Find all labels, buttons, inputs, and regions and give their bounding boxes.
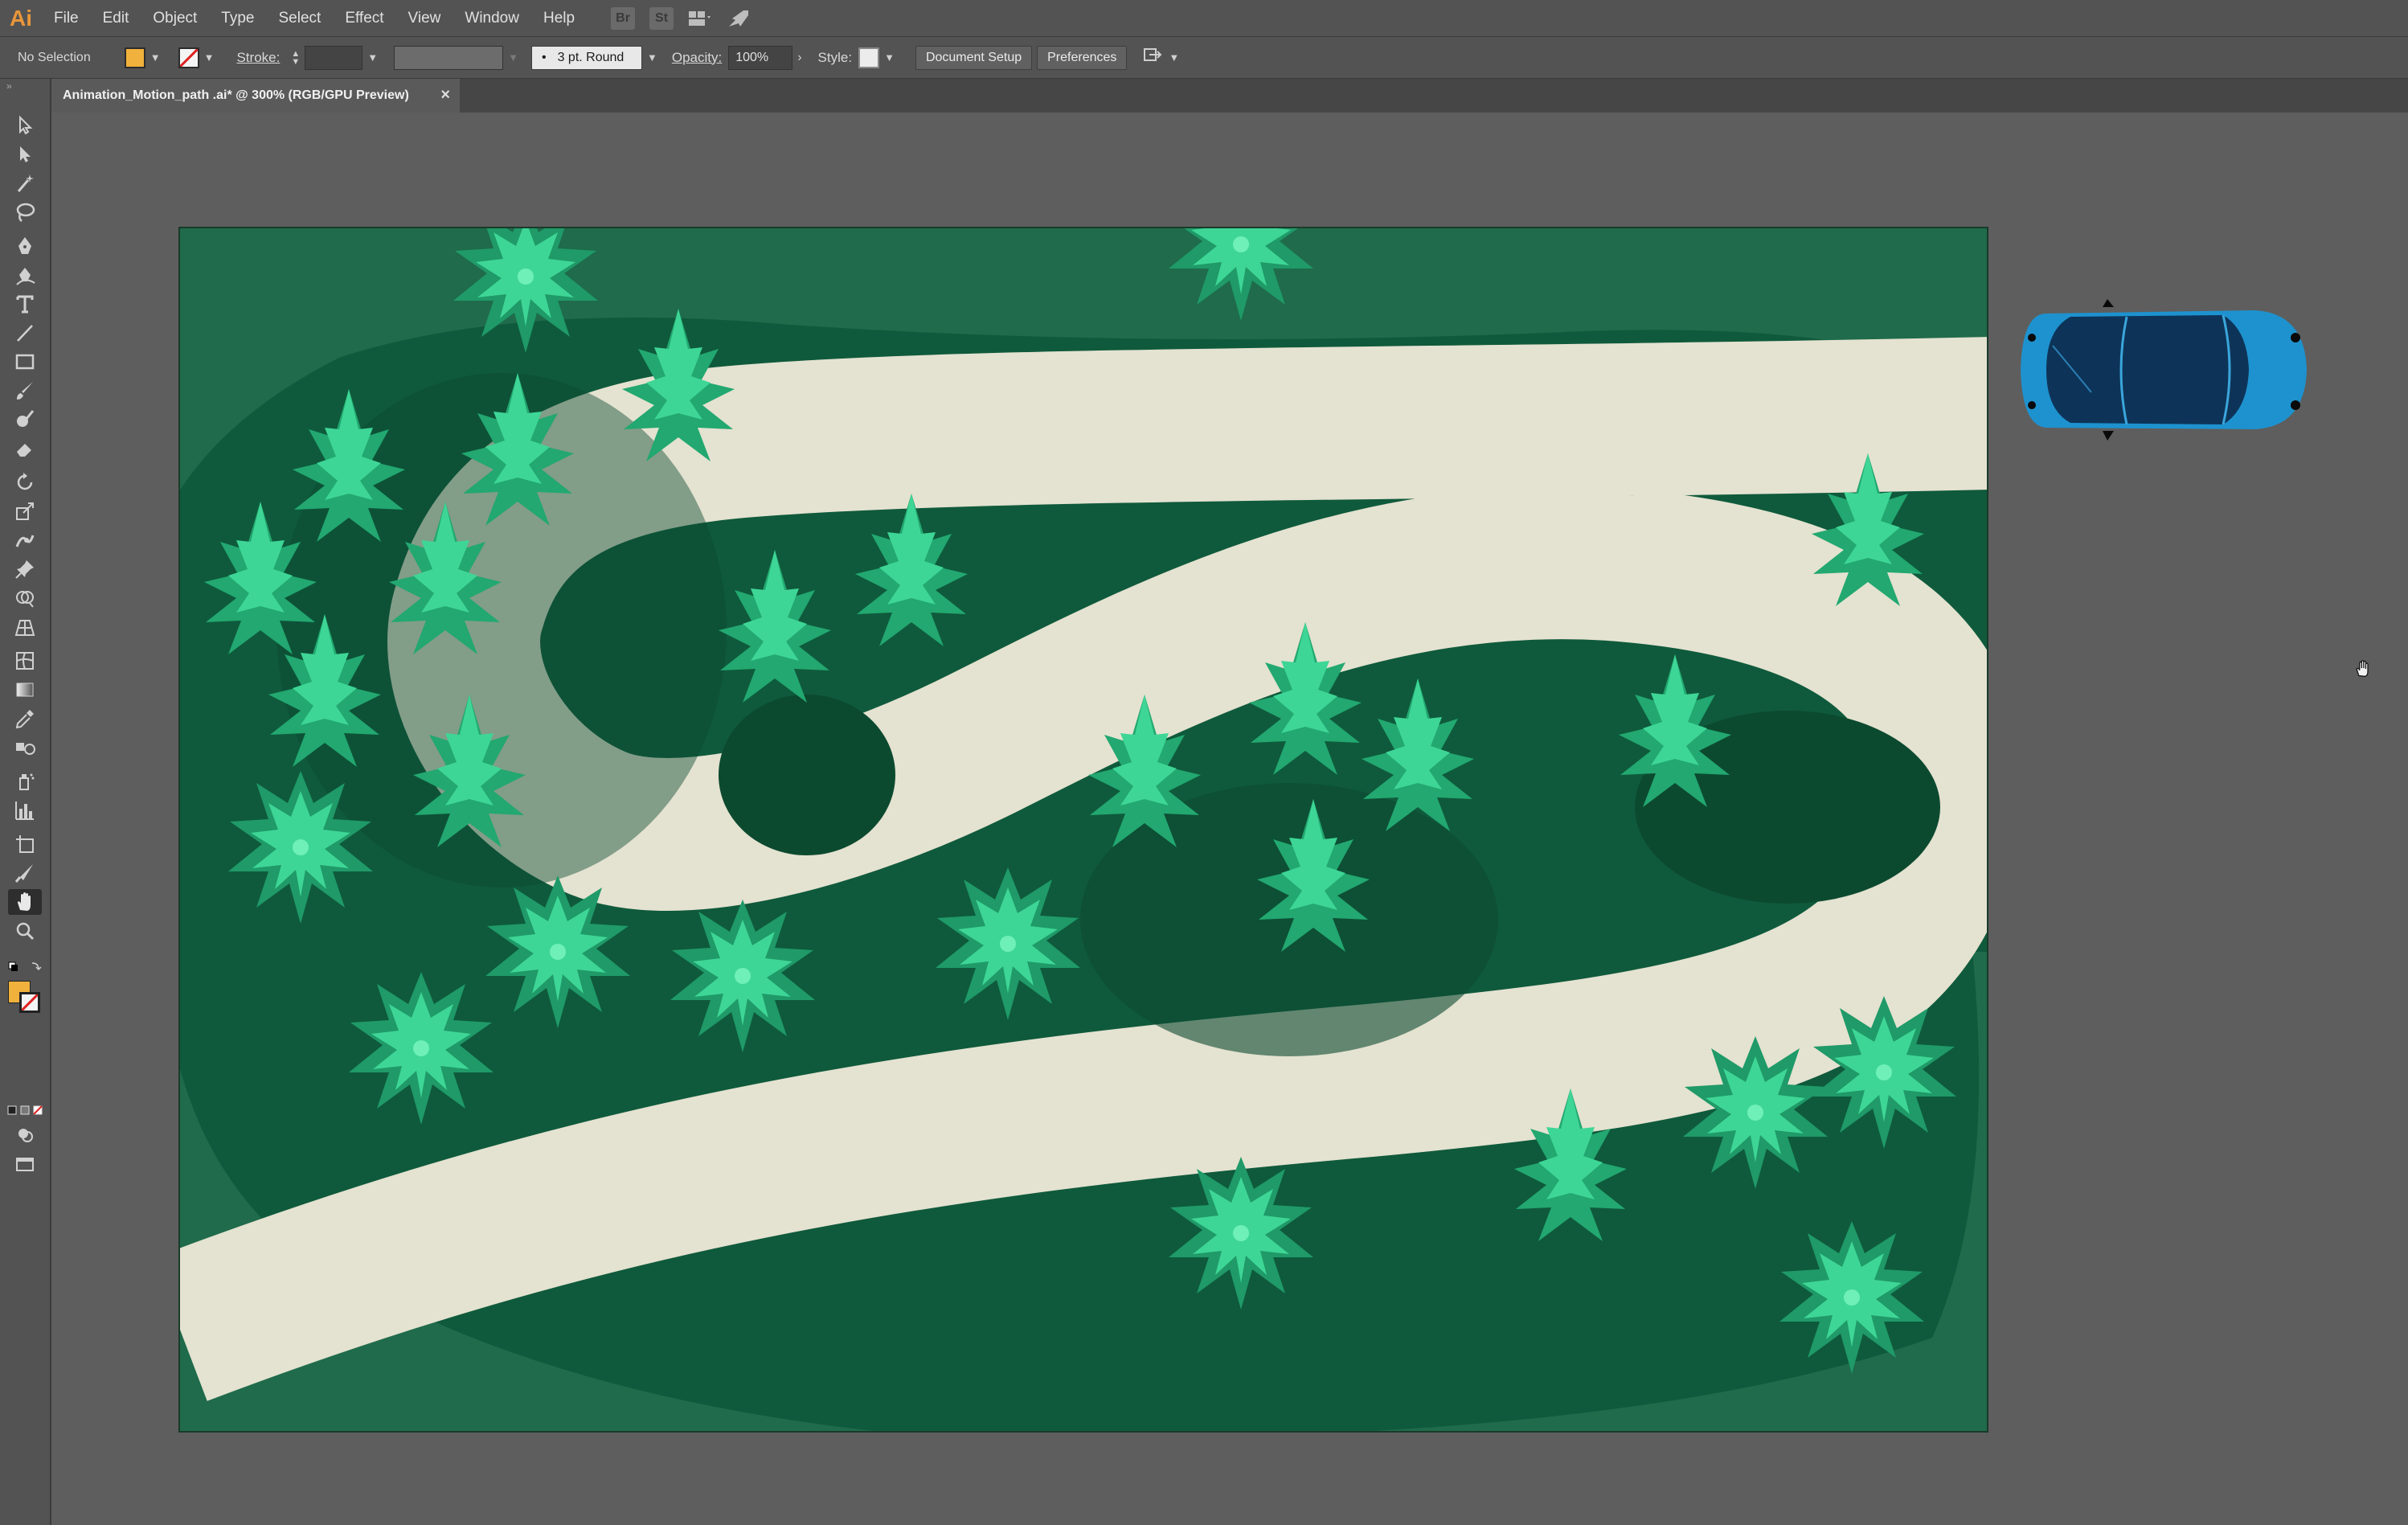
blue-car[interactable] — [2014, 297, 2312, 442]
drawing-modes-icon[interactable] — [8, 1122, 42, 1148]
forest-road-artwork — [180, 228, 1987, 1431]
document-title: Animation_Motion_path .ai* @ 300% (RGB/G… — [63, 88, 409, 102]
default-colors-swap-icon[interactable] — [8, 961, 43, 974]
panel-collapse-icon[interactable]: » — [6, 80, 12, 92]
eyedropper-tool-icon[interactable] — [8, 706, 42, 732]
artboard-tool-icon[interactable] — [8, 831, 42, 857]
rotate-tool-icon[interactable] — [8, 469, 42, 495]
document-setup-button[interactable]: Document Setup — [915, 45, 1033, 70]
selection-status: No Selection — [18, 50, 91, 64]
perspective-grid-tool-icon[interactable] — [8, 614, 42, 640]
magic-wand-tool-icon[interactable] — [8, 170, 42, 196]
bridge-button[interactable]: Br — [611, 6, 636, 30]
menu-type[interactable]: Type — [209, 0, 266, 36]
arrange-dropdown-icon[interactable]: ▼ — [1169, 51, 1179, 64]
column-graph-tool-icon[interactable] — [8, 797, 42, 823]
brush-definition[interactable]: • 3 pt. Round — [530, 45, 642, 70]
fill-dropdown-icon[interactable]: ▼ — [150, 51, 161, 64]
fill-stroke-swatches[interactable] — [6, 979, 43, 1016]
line-tool-icon[interactable] — [8, 320, 42, 346]
color-none-gradient-icons[interactable] — [6, 1105, 45, 1116]
gradient-tool-icon[interactable] — [8, 677, 42, 703]
fill-swatch[interactable] — [124, 47, 145, 68]
stroke-swatch[interactable] — [178, 47, 199, 68]
blend-tool-icon[interactable] — [8, 735, 42, 760]
artboard[interactable] — [178, 227, 1988, 1433]
eraser-tool-icon[interactable] — [8, 436, 42, 461]
slice-tool-icon[interactable] — [8, 860, 42, 886]
control-bar: No Selection ▼ ▼ Stroke: ▲ ▼ ▼ ▼ • 3 pt. … — [0, 37, 2408, 79]
profile-dropdown-icon[interactable]: ▼ — [508, 51, 518, 64]
style-dropdown-icon[interactable]: ▼ — [884, 51, 895, 64]
style-label: Style: — [817, 49, 853, 65]
menu-edit[interactable]: Edit — [91, 0, 141, 36]
preferences-button[interactable]: Preferences — [1037, 45, 1128, 70]
pin-tool-icon[interactable] — [8, 556, 42, 582]
opacity-input[interactable]: 100% — [728, 45, 793, 70]
paintbrush-tool-icon[interactable] — [8, 378, 42, 404]
brush-dot-icon: • — [541, 50, 547, 64]
workspace-grid-icon[interactable] — [688, 7, 712, 30]
scale-tool-icon[interactable] — [8, 498, 42, 524]
rectangle-tool-icon[interactable] — [8, 349, 42, 375]
puppet-warp-tool-icon[interactable] — [8, 527, 42, 553]
stroke-label: Stroke: — [236, 49, 281, 65]
stock-button[interactable]: St — [649, 6, 674, 30]
selection-tool-icon[interactable] — [8, 113, 42, 138]
menu-effect[interactable]: Effect — [333, 0, 395, 36]
style-swatch[interactable] — [858, 47, 880, 68]
stroke-stepper-icon[interactable]: ▲ ▼ — [291, 49, 300, 66]
opacity-label: Opacity: — [671, 49, 723, 65]
brush-label: 3 pt. Round — [557, 50, 625, 64]
document-tab-bar: Animation_Motion_path .ai* @ 300% (RGB/G… — [51, 79, 2408, 113]
screen-mode-icon[interactable] — [8, 1151, 42, 1177]
close-icon[interactable]: × — [440, 86, 450, 105]
lasso-tool-icon[interactable] — [8, 199, 42, 225]
pen-tool-icon[interactable] — [8, 233, 42, 259]
menu-file[interactable]: File — [42, 0, 91, 36]
rocket-icon[interactable] — [727, 7, 751, 30]
menu-window[interactable]: Window — [453, 0, 531, 36]
stroke-color-swatch[interactable] — [19, 992, 40, 1013]
menu-icon-group: Br St — [611, 6, 751, 30]
menu-help[interactable]: Help — [531, 0, 587, 36]
app-logo: Ai — [10, 5, 32, 31]
mesh-tool-icon[interactable] — [8, 648, 42, 674]
menu-select[interactable]: Select — [267, 0, 334, 36]
arrange-documents-icon[interactable] — [1143, 46, 1164, 69]
blob-brush-tool-icon[interactable] — [8, 407, 42, 432]
direct-selection-tool-icon[interactable] — [8, 141, 42, 167]
menu-bar: Ai File Edit Object Type Select Effect V… — [0, 0, 2408, 37]
curvature-tool-icon[interactable] — [8, 262, 42, 288]
tools-panel: » — [0, 79, 51, 1525]
stroke-dropdown-icon[interactable]: ▼ — [204, 51, 215, 64]
symbol-sprayer-tool-icon[interactable] — [8, 769, 42, 794]
menu-object[interactable]: Object — [141, 0, 209, 36]
document-tab[interactable]: Animation_Motion_path .ai* @ 300% (RGB/G… — [51, 79, 460, 113]
menu-view[interactable]: View — [396, 0, 453, 36]
brush-dropdown-icon[interactable]: ▼ — [647, 51, 657, 64]
stroke-weight-input[interactable] — [305, 45, 363, 70]
type-tool-icon[interactable] — [8, 291, 42, 317]
zoom-tool-icon[interactable] — [8, 918, 42, 944]
shape-builder-tool-icon[interactable] — [8, 585, 42, 611]
stroke-weight-dropdown-icon[interactable]: ▼ — [367, 51, 378, 64]
hand-tool-icon[interactable] — [8, 889, 42, 915]
hand-cursor-icon — [2353, 659, 2373, 678]
variable-width-profile[interactable] — [394, 45, 504, 70]
opacity-arrow-icon[interactable]: › — [797, 51, 801, 65]
